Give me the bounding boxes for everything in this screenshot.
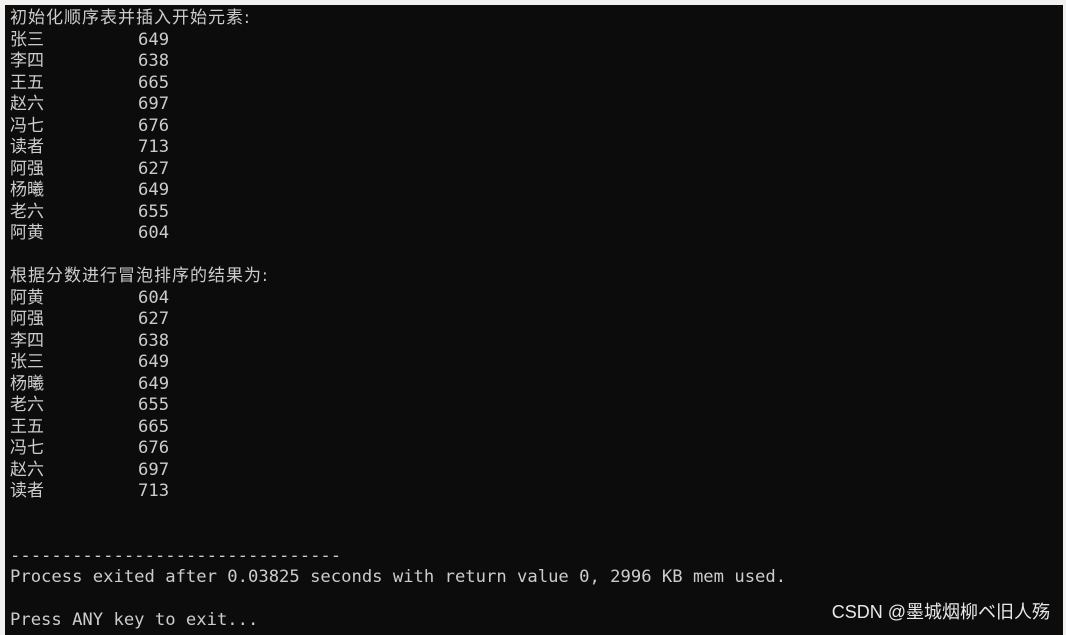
result-row: 张三 649	[10, 30, 169, 52]
result-row: 李四 638	[10, 51, 169, 73]
student-score: 649	[138, 180, 170, 200]
student-name: 赵六	[10, 459, 44, 480]
student-score: 655	[138, 395, 170, 415]
student-score: 665	[138, 72, 170, 93]
student-score: 697	[138, 459, 170, 480]
student-name: 王五	[10, 416, 44, 437]
student-score: 713	[138, 137, 170, 157]
student-score: 676	[138, 438, 170, 458]
student-name: 老六	[10, 201, 44, 222]
student-score: 649	[138, 373, 170, 394]
student-name: 张三	[10, 29, 44, 50]
student-name: 杨曦	[10, 373, 44, 394]
student-name: 冯七	[10, 115, 44, 136]
result-row: 阿黄 604	[10, 288, 169, 310]
result-row: 杨曦 649	[10, 374, 169, 396]
student-name: 老六	[10, 395, 44, 415]
student-score: 638	[138, 51, 170, 71]
heading-initial: 初始化顺序表并插入开始元素:	[10, 8, 251, 28]
result-row: 王五 665	[10, 73, 169, 95]
result-row: 读者 713	[10, 137, 169, 159]
console-window[interactable]: 初始化顺序表并插入开始元素: 张三 649 李四 638 王五 665 赵六 697 冯七 676 读…	[5, 5, 1063, 635]
result-row: 老六 655	[10, 395, 169, 417]
student-score: 604	[138, 223, 170, 243]
result-row: 赵六 697	[10, 94, 169, 116]
student-name: 赵六	[10, 94, 44, 114]
student-name: 李四	[10, 51, 44, 71]
student-name: 李四	[10, 330, 44, 351]
student-score: 713	[138, 481, 170, 501]
result-row: 阿强 627	[10, 309, 169, 331]
heading-sorted: 根据分数进行冒泡排序的结果为:	[10, 266, 269, 286]
result-row: 赵六 697	[10, 460, 169, 482]
result-row: 冯七 676	[10, 116, 169, 138]
student-name: 张三	[10, 352, 44, 372]
student-score: 665	[138, 416, 170, 437]
student-score: 676	[138, 115, 170, 136]
press-key-prompt: Press ANY key to exit...	[10, 610, 259, 630]
student-score: 604	[138, 287, 170, 308]
student-name: 冯七	[10, 438, 44, 458]
student-score: 655	[138, 201, 170, 222]
result-row: 阿黄 604	[10, 223, 169, 245]
result-row: 读者 713	[10, 481, 169, 503]
student-score: 697	[138, 94, 170, 114]
student-name: 读者	[10, 481, 44, 501]
result-row: 杨曦 649	[10, 180, 169, 202]
student-score: 638	[138, 330, 170, 351]
watermark: CSDN @墨城烟柳ベ旧人殇	[831, 602, 1050, 622]
result-row: 老六 655	[10, 202, 169, 224]
result-row: 冯七 676	[10, 438, 169, 460]
student-score: 649	[138, 352, 170, 372]
student-score: 649	[138, 29, 170, 50]
student-name: 阿强	[10, 158, 44, 179]
result-row: 李四 638	[10, 331, 169, 353]
student-name: 阿黄	[10, 223, 44, 243]
student-name: 读者	[10, 137, 44, 157]
result-row: 张三 649	[10, 352, 169, 374]
student-score: 627	[138, 158, 170, 179]
separator-line: --------------------------------	[10, 545, 342, 566]
student-name: 阿黄	[10, 287, 44, 308]
student-score: 627	[138, 309, 170, 329]
student-name: 王五	[10, 72, 44, 93]
result-row: 王五 665	[10, 417, 169, 439]
student-name: 阿强	[10, 309, 44, 329]
process-exit-line: Process exited after 0.03825 seconds wit…	[10, 567, 787, 587]
result-row: 阿强 627	[10, 159, 169, 181]
student-name: 杨曦	[10, 180, 44, 200]
